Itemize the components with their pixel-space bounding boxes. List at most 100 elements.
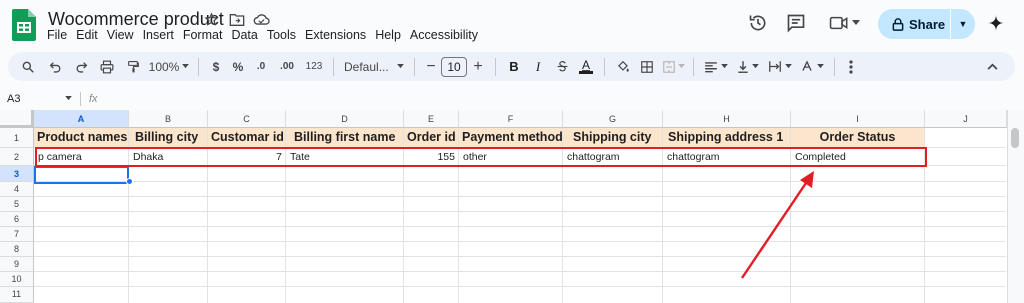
header-cell[interactable]: Billing first name — [286, 128, 404, 147]
column-header[interactable]: F — [459, 110, 563, 128]
borders-icon[interactable] — [635, 56, 659, 78]
merge-cells-icon[interactable] — [659, 56, 687, 78]
header-cell[interactable]: Shipping city — [563, 128, 663, 147]
chevron-down-icon — [721, 64, 728, 69]
gemini-icon[interactable] — [987, 14, 1005, 32]
italic-button[interactable]: I — [526, 56, 550, 78]
row-header[interactable]: 6 — [0, 212, 34, 227]
header-cell[interactable]: Product names — [34, 128, 129, 147]
zoom-select[interactable]: 100% — [146, 56, 192, 78]
header-cell[interactable]: Order id — [404, 128, 459, 147]
row-header[interactable]: 3 — [0, 166, 34, 182]
cloud-status-icon[interactable] — [253, 11, 270, 28]
menu-data[interactable]: Data — [231, 28, 257, 42]
gridline — [34, 196, 1006, 197]
font-select[interactable]: Defaul... — [340, 56, 408, 78]
row-header[interactable]: 11 — [0, 287, 34, 303]
fill-color-icon[interactable] — [611, 56, 635, 78]
formula-input[interactable] — [110, 90, 1007, 108]
vertical-align-icon[interactable] — [732, 56, 764, 78]
menu-tools[interactable]: Tools — [267, 28, 296, 42]
gridline — [34, 181, 1006, 182]
text-color-letter: A — [581, 58, 590, 72]
meet-icon[interactable] — [829, 14, 849, 32]
column-header[interactable]: A — [34, 110, 129, 128]
column-header[interactable]: E — [404, 110, 459, 128]
select-all-corner[interactable] — [0, 110, 34, 128]
decrease-font-size-icon[interactable]: − — [421, 56, 441, 78]
redo-icon[interactable] — [68, 56, 94, 78]
row-header[interactable]: 4 — [0, 182, 34, 197]
active-cell[interactable] — [34, 166, 129, 184]
number-format-button[interactable]: 123 — [301, 56, 327, 78]
header-cell[interactable]: Customar id — [208, 128, 286, 147]
gridline — [34, 211, 1006, 212]
chevron-down-icon — [785, 64, 792, 69]
menu-insert[interactable]: Insert — [143, 28, 174, 42]
text-color-button[interactable]: A — [574, 56, 598, 78]
menu-accessibility[interactable]: Accessibility — [410, 28, 478, 42]
row-header[interactable]: 8 — [0, 242, 34, 257]
sheets-logo-icon[interactable] — [12, 9, 36, 41]
spreadsheet-grid[interactable]: A B C D E F G H I J 1 2 3 4 5 6 7 8 9 10… — [0, 110, 1024, 303]
print-icon[interactable] — [94, 56, 120, 78]
search-menus-icon[interactable] — [14, 56, 42, 78]
formula-divider — [80, 92, 81, 106]
comments-icon[interactable] — [786, 13, 806, 33]
toolbar-divider — [604, 57, 605, 76]
share-button[interactable]: Share ▼ — [878, 9, 975, 39]
increase-font-size-icon[interactable]: + — [467, 56, 489, 78]
menu-format[interactable]: Format — [183, 28, 223, 42]
scrollbar-thumb[interactable] — [1011, 128, 1019, 148]
header-cell[interactable]: Billing city — [129, 128, 208, 147]
column-header[interactable]: J — [925, 110, 1007, 128]
meet-dropdown-icon[interactable] — [852, 20, 860, 26]
menu-view[interactable]: View — [107, 28, 134, 42]
fill-handle[interactable] — [126, 178, 133, 185]
menu-help[interactable]: Help — [375, 28, 401, 42]
menu-edit[interactable]: Edit — [76, 28, 98, 42]
column-header[interactable]: G — [563, 110, 663, 128]
row-header[interactable]: 1 — [0, 128, 34, 148]
column-header[interactable]: H — [663, 110, 791, 128]
header-cell[interactable]: Payment method — [459, 128, 563, 147]
undo-icon[interactable] — [42, 56, 68, 78]
bold-button[interactable]: B — [502, 56, 526, 78]
name-box-dropdown-icon[interactable] — [65, 96, 72, 101]
row-header[interactable]: 2 — [0, 148, 34, 166]
decrease-decimal-button[interactable]: .0 — [249, 56, 273, 78]
paint-format-icon[interactable] — [120, 56, 146, 78]
document-title[interactable]: Wocommerce product — [48, 9, 224, 30]
header-cell[interactable]: Order Status — [791, 128, 925, 147]
star-icon[interactable] — [203, 11, 220, 28]
gridline — [34, 286, 1006, 287]
column-header[interactable]: I — [791, 110, 925, 128]
strikethrough-icon[interactable] — [550, 56, 574, 78]
toolbar-divider — [495, 57, 496, 76]
percent-format-button[interactable]: % — [227, 56, 249, 78]
text-rotation-icon[interactable] — [796, 56, 828, 78]
version-history-icon[interactable] — [748, 13, 768, 33]
share-dropdown-icon[interactable]: ▼ — [951, 19, 975, 29]
gridline — [34, 241, 1006, 242]
move-folder-icon[interactable] — [228, 11, 245, 28]
column-header[interactable]: B — [129, 110, 208, 128]
more-options-icon[interactable] — [841, 56, 861, 78]
currency-format-button[interactable]: $ — [205, 56, 227, 78]
header-cell[interactable]: Shipping address 1 — [663, 128, 791, 147]
menu-extensions[interactable]: Extensions — [305, 28, 366, 42]
increase-decimal-button[interactable]: .00 — [273, 56, 301, 78]
column-header[interactable]: D — [286, 110, 404, 128]
row-header[interactable]: 5 — [0, 197, 34, 212]
horizontal-align-icon[interactable] — [700, 56, 732, 78]
menu-file[interactable]: File — [47, 28, 67, 42]
annotation-arrow-icon — [741, 171, 814, 279]
text-wrapping-icon[interactable] — [764, 56, 796, 78]
collapse-toolbar-icon[interactable] — [977, 56, 1007, 78]
row-header[interactable]: 7 — [0, 227, 34, 242]
row-header[interactable]: 9 — [0, 257, 34, 272]
column-header[interactable]: C — [208, 110, 286, 128]
font-size-input[interactable]: 10 — [441, 56, 467, 77]
chevron-down-icon — [396, 64, 404, 69]
row-header[interactable]: 10 — [0, 272, 34, 287]
